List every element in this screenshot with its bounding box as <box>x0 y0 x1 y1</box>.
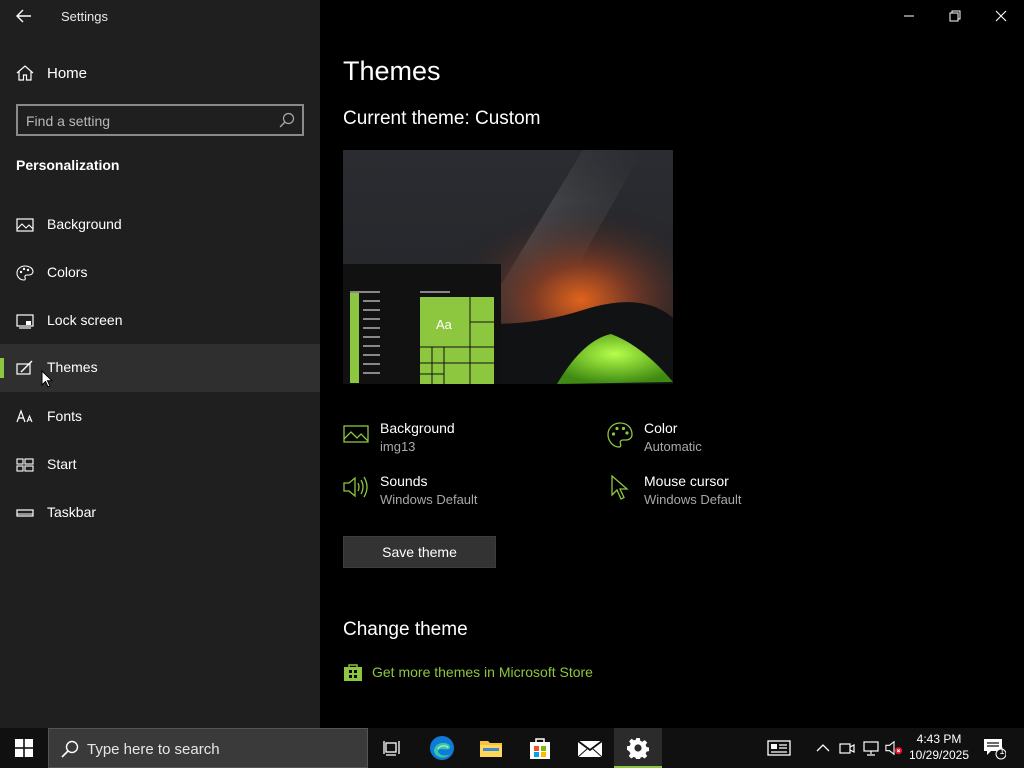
sidebar-item-label: Taskbar <box>47 504 97 520</box>
mouse-pointer-icon <box>41 370 53 388</box>
action-center-button[interactable]: 1 <box>978 728 1010 768</box>
setting-name: Background <box>380 420 455 436</box>
palette-icon <box>16 265 34 281</box>
preview-tile-text: Aa <box>436 317 452 332</box>
camera-icon <box>839 743 855 754</box>
taskbar-search-input[interactable] <box>87 739 347 759</box>
picture-icon <box>16 217 34 233</box>
gear-icon <box>627 738 649 759</box>
sidebar-item-taskbar[interactable]: Taskbar <box>0 489 320 537</box>
network-button[interactable] <box>862 739 880 757</box>
theme-preview-image <box>343 150 673 384</box>
clock-date: 10/29/2025 <box>908 748 970 762</box>
current-theme-label: Current theme: Custom <box>343 108 541 129</box>
edge-app-button[interactable] <box>418 728 466 768</box>
sidebar-item-label: Colors <box>47 264 88 280</box>
taskbar-clock[interactable]: 4:43 PM 10/29/2025 <box>906 731 972 763</box>
background-setting[interactable]: Background img13 <box>343 420 563 464</box>
home-nav-item[interactable]: Home <box>0 56 320 90</box>
palette-icon <box>607 422 633 453</box>
clock-time: 4:43 PM <box>916 732 962 746</box>
sidebar-item-label: Fonts <box>47 408 83 424</box>
sounds-setting[interactable]: Sounds Windows Default <box>343 473 563 517</box>
settings-app-button[interactable] <box>614 728 662 768</box>
restore-button[interactable] <box>932 0 978 32</box>
mouse-cursor-setting[interactable]: Mouse cursor Windows Default <box>607 473 827 517</box>
chevron-up-icon <box>816 744 830 752</box>
folder-icon <box>480 741 502 757</box>
settings-search-input[interactable] <box>26 111 271 131</box>
sidebar-item-background[interactable]: Background <box>0 201 320 249</box>
sidebar-item-label: Start <box>47 456 77 472</box>
taskbar: 4:43 PM 10/29/2025 1 <box>0 728 1024 768</box>
sidebar-item-lock-screen[interactable]: Lock screen <box>0 297 320 345</box>
page-title: Themes <box>343 56 441 86</box>
sidebar-item-colors[interactable]: Colors <box>0 249 320 297</box>
home-icon <box>16 65 34 86</box>
setting-value: Windows Default <box>644 492 742 507</box>
windows-logo-icon <box>15 739 33 757</box>
start-button[interactable] <box>0 728 48 768</box>
task-view-button[interactable] <box>368 728 416 768</box>
search-icon <box>61 740 79 763</box>
setting-name: Sounds <box>380 473 428 489</box>
sidebar-item-label: Lock screen <box>47 312 123 328</box>
store-bag-icon <box>343 662 363 687</box>
themes-icon <box>16 360 34 376</box>
theme-preview: Aa <box>343 150 673 384</box>
show-hidden-icons-button[interactable] <box>814 739 832 757</box>
network-icon <box>863 741 879 756</box>
news-widget-button[interactable] <box>766 739 792 757</box>
notification-count: 1 <box>999 746 1005 756</box>
main-content: Themes Current theme: Custom Aa Backgrou… <box>320 0 1024 728</box>
save-theme-button[interactable]: Save theme <box>343 536 496 568</box>
setting-value: Automatic <box>644 439 702 454</box>
mail-icon <box>577 740 603 758</box>
cursor-icon <box>607 474 629 506</box>
setting-name: Mouse cursor <box>644 473 729 489</box>
restore-icon <box>949 10 961 22</box>
home-label: Home <box>47 65 88 82</box>
store-icon <box>530 738 550 759</box>
sidebar: Settings Home Personalization Background… <box>0 0 320 728</box>
meet-now-button[interactable] <box>838 739 856 757</box>
lock-screen-icon <box>16 313 34 329</box>
sidebar-item-start[interactable]: Start <box>0 441 320 489</box>
file-explorer-button[interactable] <box>467 728 515 768</box>
minimize-icon <box>904 15 914 17</box>
search-icon[interactable] <box>279 112 295 133</box>
volume-button[interactable] <box>885 739 903 757</box>
mail-app-button[interactable] <box>566 728 614 768</box>
setting-value: Windows Default <box>380 492 478 507</box>
news-icon <box>767 740 791 756</box>
microsoft-store-button[interactable] <box>516 728 564 768</box>
settings-search-box[interactable] <box>16 104 304 136</box>
task-view-icon <box>383 741 400 756</box>
app-title: Settings <box>61 9 108 24</box>
taskbar-icon <box>16 505 34 521</box>
setting-name: Color <box>644 420 678 436</box>
back-button[interactable] <box>12 6 36 26</box>
back-arrow-icon <box>16 9 31 23</box>
taskbar-search-box[interactable] <box>48 728 368 768</box>
setting-value: img13 <box>380 439 416 454</box>
section-title: Personalization <box>16 157 120 173</box>
change-theme-heading: Change theme <box>343 619 468 640</box>
store-link-label[interactable]: Get more themes in Microsoft Store <box>372 664 593 680</box>
close-button[interactable] <box>978 0 1024 32</box>
color-setting[interactable]: Color Automatic <box>607 420 827 464</box>
start-icon <box>16 457 34 473</box>
selected-indicator <box>0 358 4 378</box>
sidebar-item-label: Background <box>47 216 122 232</box>
minimize-button[interactable] <box>886 0 932 32</box>
picture-icon <box>343 422 369 449</box>
edge-icon <box>430 736 454 760</box>
sidebar-item-fonts[interactable]: Fonts <box>0 393 320 441</box>
close-icon <box>995 10 1007 22</box>
speaker-muted-icon <box>885 740 903 756</box>
fonts-icon <box>16 409 34 425</box>
sidebar-item-label: Themes <box>47 359 98 375</box>
speaker-icon <box>343 475 369 504</box>
